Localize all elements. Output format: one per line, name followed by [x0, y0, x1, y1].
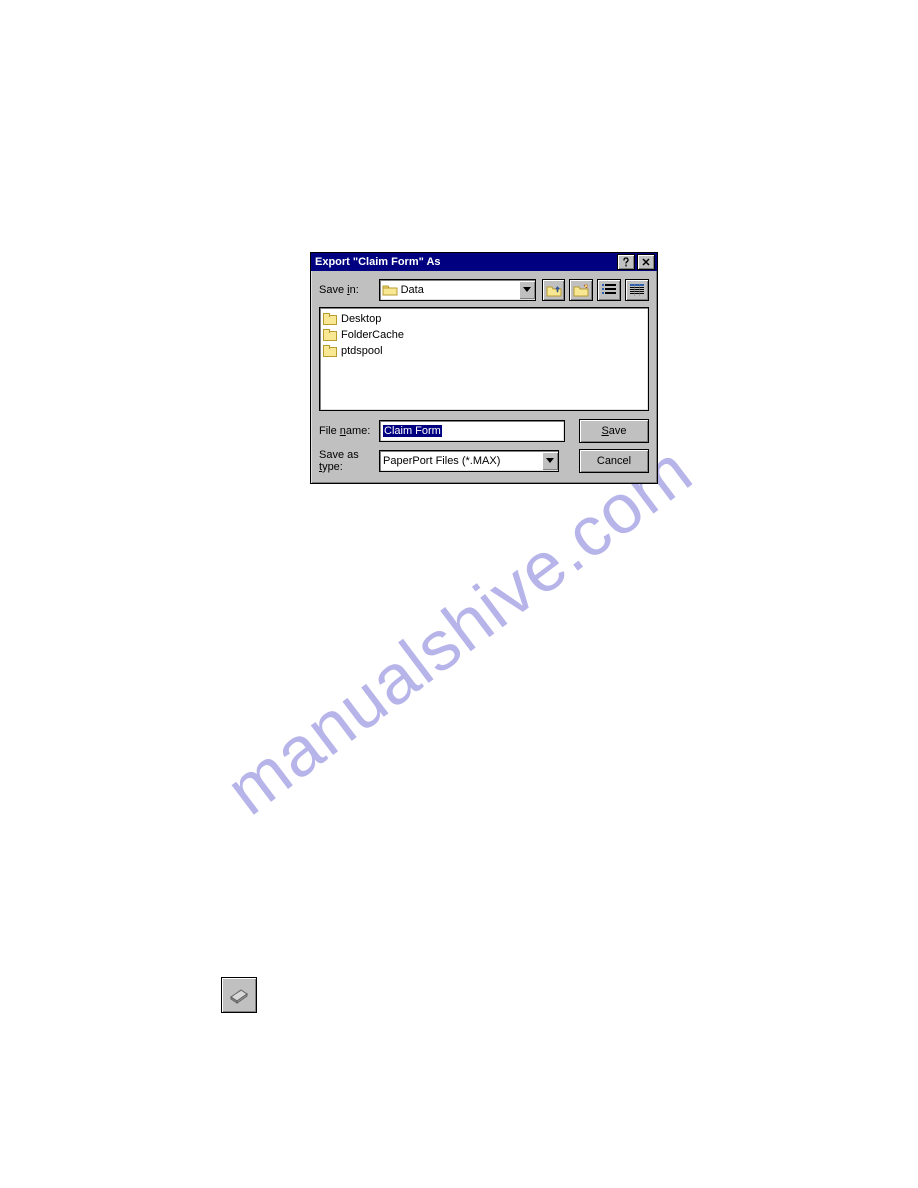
titlebar-buttons: [617, 254, 655, 270]
list-item[interactable]: FolderCache: [323, 327, 645, 343]
details-view-button[interactable]: [625, 279, 649, 301]
label-text: File: [319, 425, 340, 437]
scanner-icon: [228, 984, 250, 1006]
dialog-titlebar: Export "Claim Form" As: [311, 253, 657, 271]
details-icon: [630, 284, 644, 296]
file-name-label: File name:: [319, 425, 379, 437]
save-in-dropdown[interactable]: Data: [379, 279, 536, 301]
save-as-type-dropdown[interactable]: PaperPort Files (*.MAX): [379, 450, 559, 472]
help-icon: [621, 257, 631, 267]
file-name: Desktop: [341, 313, 381, 325]
dialog-title: Export "Claim Form" As: [315, 256, 441, 268]
save-as-type-value: PaperPort Files (*.MAX): [383, 455, 541, 467]
list-item[interactable]: ptdspool: [323, 343, 645, 359]
dropdown-arrow[interactable]: [518, 281, 535, 299]
save-as-type-label: Save as type:: [319, 449, 379, 473]
list-view-button[interactable]: [597, 279, 621, 301]
dropdown-arrow[interactable]: [541, 452, 558, 470]
new-folder-icon: [573, 283, 589, 297]
file-list[interactable]: Desktop FolderCache ptdspool: [319, 307, 649, 411]
file-name-value: Claim Form: [383, 425, 442, 437]
file-name-row: File name: Claim Form Save: [319, 419, 649, 443]
help-button[interactable]: [617, 254, 635, 270]
save-in-label: Save in:: [319, 284, 379, 296]
button-text: Cancel: [597, 455, 631, 467]
chevron-down-icon: [523, 287, 531, 293]
close-icon: [642, 258, 650, 266]
scanner-button[interactable]: [221, 977, 257, 1013]
button-accel: S: [601, 425, 608, 437]
file-name-input[interactable]: Claim Form: [379, 420, 565, 442]
label-text: Save as: [319, 449, 359, 461]
save-as-type-row: Save as type: PaperPort Files (*.MAX) Ca…: [319, 449, 649, 473]
cancel-button[interactable]: Cancel: [579, 449, 649, 473]
label-text: ame:: [346, 425, 370, 437]
folder-icon: [323, 313, 337, 325]
file-name: FolderCache: [341, 329, 404, 341]
save-in-row: Save in: Data: [319, 279, 649, 301]
folder-open-icon: [382, 282, 398, 298]
button-text: ave: [609, 425, 627, 437]
label-text: ype:: [322, 461, 343, 473]
save-button[interactable]: Save: [579, 419, 649, 443]
close-button[interactable]: [637, 254, 655, 270]
list-icon: [602, 284, 616, 296]
file-name: ptdspool: [341, 345, 383, 357]
folder-up-icon: [546, 283, 562, 297]
chevron-down-icon: [546, 458, 554, 464]
label-text: Save: [319, 284, 347, 296]
folder-icon: [323, 329, 337, 341]
save-in-value: Data: [401, 284, 518, 296]
new-folder-button[interactable]: [569, 279, 593, 301]
label-text: n:: [350, 284, 359, 296]
up-one-level-button[interactable]: [542, 279, 566, 301]
list-item[interactable]: Desktop: [323, 311, 645, 327]
export-dialog: Export "Claim Form" As Save in:: [310, 252, 658, 484]
folder-icon: [323, 345, 337, 357]
